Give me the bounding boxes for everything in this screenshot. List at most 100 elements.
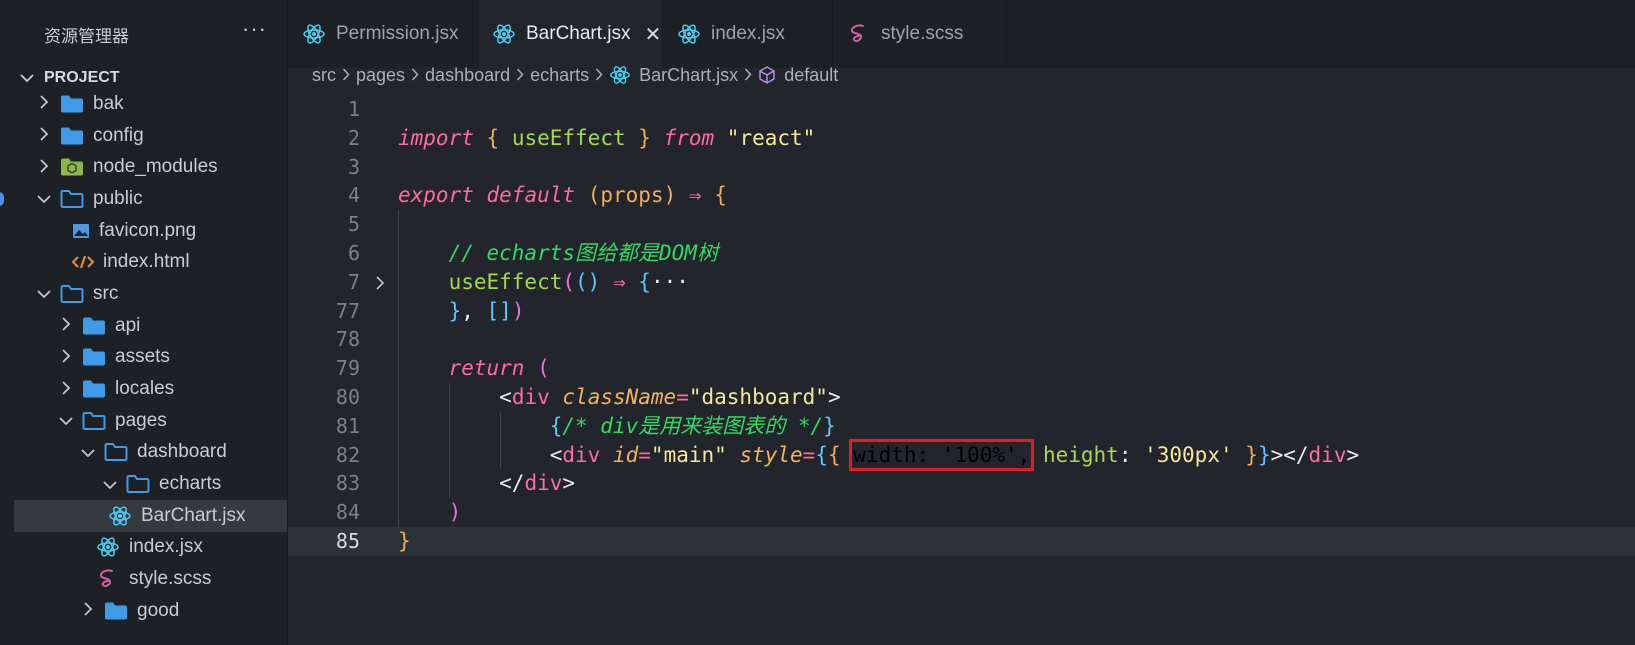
code-line[interactable]: 79 return ( [288, 354, 1635, 383]
code-line[interactable]: 82 <div id="main" style={{ width: '100%'… [288, 438, 1635, 471]
fold-chevron-icon[interactable] [375, 268, 385, 297]
code-line[interactable]: 80 <div className="dashboard"> [288, 383, 1635, 412]
tree-item-label: dashboard [137, 441, 227, 463]
breadcrumb-item[interactable]: pages [356, 65, 405, 86]
code-line[interactable]: 85} [288, 527, 1635, 556]
breadcrumb-item[interactable]: dashboard [425, 65, 510, 86]
tree-item-index-html[interactable]: index.html [14, 246, 287, 278]
project-title: PROJECT [44, 69, 120, 86]
code-text: import { useEffect } from "react" [398, 124, 815, 153]
tab-permission-jsx[interactable]: Permission.jsx [288, 0, 478, 68]
chevron-right-icon[interactable] [36, 125, 52, 146]
code-text: // echarts图给都是DOM树 [398, 239, 718, 268]
vscode-window: 资源管理器 ··· PROJECT bak config node_modules p… [0, 0, 1635, 645]
code-token: "dashboard" [688, 385, 828, 409]
chevron-right-icon[interactable] [36, 157, 52, 178]
chevron-down-icon[interactable] [80, 442, 96, 463]
code-token: export [398, 183, 474, 208]
code-text: }, []) [398, 297, 525, 326]
code-token: > [562, 471, 576, 496]
tree-item-dashboard[interactable]: dashboard [14, 437, 287, 469]
tree-item-barchart-jsx[interactable]: BarChart.jsx [14, 499, 287, 532]
code-line[interactable]: 4 export default (props) ⇒ { [288, 181, 1635, 210]
code-token: useEffect [499, 125, 639, 150]
close-icon[interactable]: ✕ [645, 22, 662, 47]
breadcrumb-item[interactable]: echarts [530, 65, 589, 86]
tree-item-echarts[interactable]: echarts [14, 468, 287, 500]
tree-item-good[interactable]: good [14, 595, 287, 627]
tree-item-node-modules[interactable]: node_modules [14, 151, 287, 183]
tree-item-src[interactable]: src [14, 278, 287, 310]
chevron-down-icon[interactable] [102, 474, 118, 495]
code-line[interactable]: 6 // echarts图给都是DOM树 [288, 239, 1635, 268]
tree-item-public[interactable]: public [14, 183, 287, 215]
chevron-right-icon[interactable] [58, 315, 74, 336]
code-text: {/* div是用来装图表的 */} [398, 412, 836, 441]
explorer-sidebar: 资源管理器 ··· PROJECT bak config node_modules p… [0, 0, 288, 645]
code-token: div [1308, 442, 1347, 467]
code-line[interactable]: 78 [288, 325, 1635, 354]
code-line[interactable]: 3 [288, 153, 1635, 182]
tree-item-config[interactable]: config [14, 120, 287, 152]
react-icon [108, 504, 132, 528]
chevron-down-icon[interactable] [58, 410, 74, 431]
tree-item-bak[interactable]: bak [14, 88, 287, 120]
code-line[interactable]: 84 ) [288, 498, 1635, 527]
code-text: } [398, 527, 411, 556]
code-line[interactable]: 2 import { useEffect } from "react" [288, 124, 1635, 153]
line-number: 78 [335, 327, 360, 352]
tree-item-assets[interactable]: assets [14, 342, 287, 374]
code-line[interactable]: 5 [288, 210, 1635, 239]
more-actions-icon[interactable]: ··· [242, 16, 267, 42]
code-token: div [524, 471, 563, 496]
code-line[interactable]: 81 {/* div是用来装图表的 */} [288, 412, 1635, 441]
code-token: ) [663, 183, 677, 208]
breadcrumb-item[interactable]: src [312, 65, 336, 86]
react-icon [677, 22, 701, 46]
symbol-cube-icon [758, 66, 776, 84]
file-tree: bak config node_modules public favicon.png in… [14, 88, 287, 627]
chevron-down-icon[interactable] [36, 283, 52, 304]
chevron-right-icon[interactable] [80, 600, 96, 621]
chevron-right-icon[interactable] [58, 379, 74, 400]
tab-style-scss[interactable]: style.scss [833, 0, 1007, 68]
code-line[interactable]: 1 [288, 95, 1635, 124]
code-line[interactable]: 7 useEffect(() ⇒ {··· [288, 268, 1635, 297]
breadcrumb-item[interactable]: default [758, 65, 838, 86]
code-token: } [1245, 442, 1258, 467]
code-token: < [499, 385, 512, 409]
code-token: { [815, 442, 828, 467]
chevron-down-icon[interactable] [36, 188, 52, 209]
tab-index-jsx[interactable]: index.jsx [663, 0, 833, 68]
chevron-right-icon[interactable] [36, 93, 52, 114]
tree-item-pages[interactable]: pages [14, 405, 287, 437]
code-editor[interactable]: 1 2 import { useEffect } from "react" 3 4 exp… [288, 95, 1635, 645]
react-icon [609, 64, 631, 86]
breadcrumb-item[interactable]: BarChart.jsx [609, 64, 738, 86]
tab-barchart-jsx[interactable]: BarChart.jsx ✕ [478, 0, 663, 68]
line-number: 81 [335, 413, 360, 438]
tree-item-locales[interactable]: locales [14, 373, 287, 405]
code-token: } [448, 298, 462, 323]
tab-label: Permission.jsx [336, 23, 459, 44]
code-line[interactable]: 77 }, []) [288, 297, 1635, 326]
code-line[interactable]: 83 </div> [288, 469, 1635, 498]
tree-item-style-scss[interactable]: style.scss [14, 563, 287, 595]
tree-item-api[interactable]: api [14, 310, 287, 342]
chevron-right-icon[interactable] [58, 347, 74, 368]
code-token: ⇒ [688, 183, 702, 208]
tree-item-index-jsx[interactable]: index.jsx [14, 532, 287, 564]
folder-open-icon [60, 189, 84, 209]
tree-item-favicon-png[interactable]: favicon.png [14, 215, 287, 247]
code-token: ></ [1270, 442, 1309, 467]
folder-open-icon [60, 284, 84, 304]
code-token: </ [499, 471, 525, 496]
